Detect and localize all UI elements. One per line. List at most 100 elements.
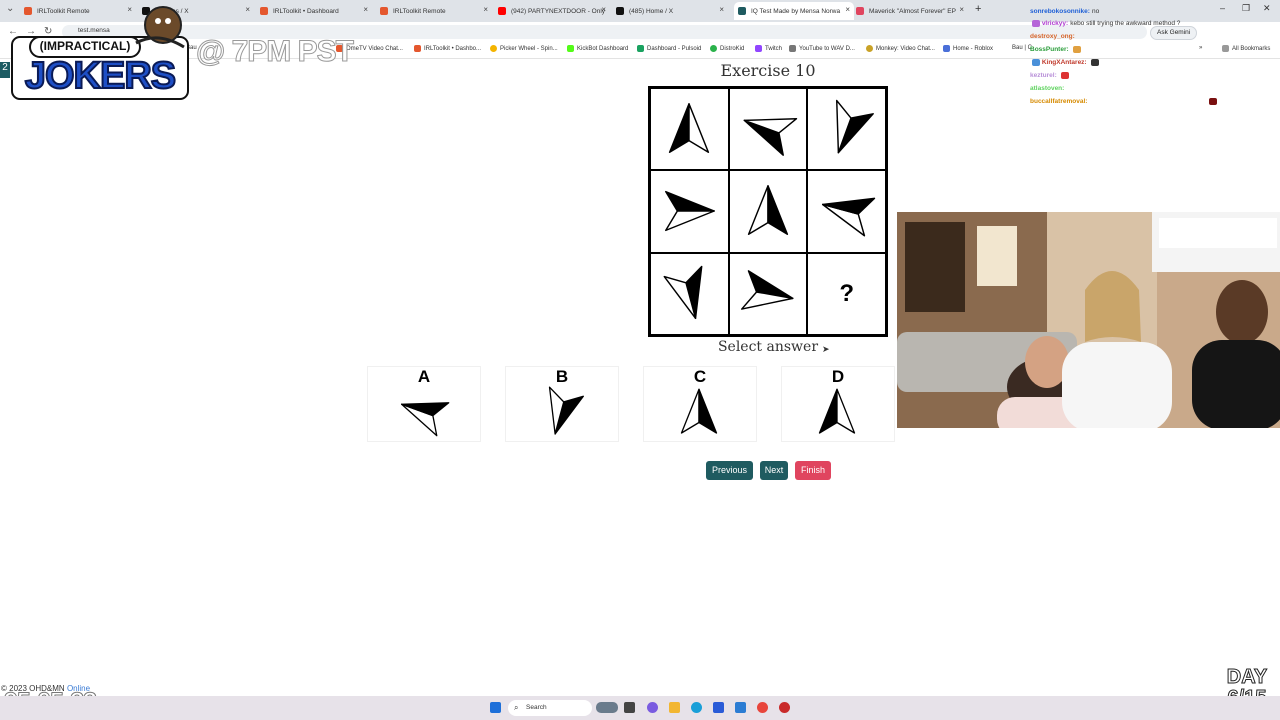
browser-tab[interactable]: IRLToolkit Remote × xyxy=(380,2,492,20)
puzzle-cell xyxy=(807,170,886,253)
search-icon: ⌕ xyxy=(514,703,519,712)
close-icon[interactable]: × xyxy=(601,5,606,14)
widget-icon[interactable] xyxy=(596,702,618,713)
bookmark-item[interactable]: Picker Wheel - Spin... xyxy=(490,45,558,52)
bookmark-item[interactable]: IRLToolkit • Dashbo... xyxy=(414,45,481,52)
tab-favicon-icon xyxy=(498,7,506,15)
chrome-icon[interactable] xyxy=(757,702,768,713)
chat-badge-icon xyxy=(1032,59,1040,66)
mail-icon[interactable] xyxy=(735,702,746,713)
bookmark-item[interactable]: Dashboard - Pulsoid xyxy=(637,45,701,52)
puzzle-cell xyxy=(650,170,729,253)
puzzle-grid: ? xyxy=(648,86,888,337)
bookmark-icon xyxy=(866,45,873,52)
exercise-title: Exercise 10 xyxy=(720,61,816,80)
taskbar-search-label: Search xyxy=(526,704,547,711)
tab-label: Maverick "Almost Forever" EP xyxy=(869,7,956,15)
tab-label: (485) Home / X xyxy=(629,7,674,15)
bookmark-label: Monkey: Video Chat... xyxy=(876,45,935,52)
tab-favicon-icon xyxy=(380,7,388,15)
bookmark-icon xyxy=(943,45,950,52)
puzzle-cell xyxy=(728,170,808,253)
windows-taskbar: ⌕ Search xyxy=(0,696,1280,720)
browser-tab[interactable]: (485) Home / X × xyxy=(616,2,728,20)
puzzle-cell xyxy=(728,252,808,335)
chat-emote-icon xyxy=(1090,59,1099,66)
chat-overlay: sonrebokosonnike: no vlrickyy: kebo still … xyxy=(1030,4,1270,119)
tab-label: IRLToolkit • Dashboard xyxy=(273,7,339,15)
chat-emote-icon xyxy=(1072,46,1081,53)
puzzle-cell xyxy=(650,88,729,171)
task-view-icon[interactable] xyxy=(624,702,635,713)
tab-favicon-icon xyxy=(260,7,268,15)
bookmark-label: YouTube to WAV D... xyxy=(799,45,855,52)
chat-username: vlrickyy: xyxy=(1041,20,1069,28)
bookmark-icon xyxy=(710,45,717,52)
bookmark-icon xyxy=(637,45,644,52)
previous-button[interactable]: Previous xyxy=(706,461,753,480)
file-explorer-icon[interactable] xyxy=(669,702,680,713)
bookmark-item[interactable]: Bau | C xyxy=(1012,45,1032,51)
browser-tab[interactable]: Maverick "Almost Forever" EP × xyxy=(856,2,968,20)
puzzle-cell xyxy=(807,88,886,171)
browser-tab-active[interactable]: IQ Test Made by Mensa Norwa × xyxy=(734,2,854,20)
browser-tab[interactable]: IRLToolkit • Dashboard × xyxy=(260,2,372,20)
answer-option-d[interactable]: D xyxy=(781,366,895,442)
bookmark-label: KickBot Dashboard xyxy=(577,45,629,52)
impractical-jokers-logo: (IMPRACTICAL) JOKERS xyxy=(8,3,192,103)
bookmark-icon xyxy=(755,45,762,52)
new-tab-button[interactable]: + xyxy=(975,3,981,15)
mouse-cursor-icon: ➤ xyxy=(822,344,830,354)
bookmark-item[interactable]: Monkey: Video Chat... xyxy=(866,45,935,52)
chat-message: kezturel: xyxy=(1030,72,1069,79)
arrowhead-down-icon xyxy=(835,99,874,154)
next-button[interactable]: Next xyxy=(760,461,788,480)
tab-favicon-icon xyxy=(616,7,624,15)
chat-message: destroxy_ong: xyxy=(1030,33,1077,40)
bookmark-item[interactable]: KickBot Dashboard xyxy=(567,45,628,52)
tab-label: (942) PARTYNEXTDOOR - Only xyxy=(511,7,606,15)
chat-text: kebo still trying the awkward method ? xyxy=(1070,20,1181,28)
finish-button[interactable]: Finish xyxy=(795,461,831,480)
chat-emote-icon xyxy=(1209,98,1218,105)
bookmark-item[interactable]: YouTube to WAV D... xyxy=(789,45,855,52)
store-icon[interactable] xyxy=(713,702,724,713)
close-icon[interactable]: × xyxy=(845,5,850,14)
close-icon[interactable]: × xyxy=(959,5,964,14)
bookmark-item[interactable]: Twitch xyxy=(755,45,782,52)
bookmark-label: OmeTV Video Chat... xyxy=(346,45,403,52)
bookmark-icon xyxy=(490,45,497,52)
bookmark-icon xyxy=(567,45,574,52)
copilot-icon[interactable] xyxy=(647,702,658,713)
close-icon[interactable]: × xyxy=(245,5,250,14)
bookmark-label: Picker Wheel - Spin... xyxy=(500,45,558,52)
bookmark-item[interactable]: DistroKid xyxy=(710,45,744,52)
answer-option-b[interactable]: B xyxy=(505,366,619,442)
close-icon[interactable]: × xyxy=(363,5,368,14)
chat-username: kezturel: xyxy=(1030,72,1057,80)
answer-option-c[interactable]: C xyxy=(643,366,757,442)
arrowhead-left-icon xyxy=(743,118,798,157)
puzzle-cell xyxy=(650,252,729,335)
tab-favicon-icon xyxy=(738,7,746,15)
edge-icon[interactable] xyxy=(691,702,702,713)
taskbar-search[interactable]: ⌕ Search xyxy=(508,700,592,716)
close-icon[interactable]: × xyxy=(483,5,488,14)
select-answer-label: Select answer xyxy=(717,339,819,355)
puzzle-cell xyxy=(728,88,808,171)
chat-emote-icon xyxy=(1060,72,1069,79)
chat-message: buccallfatremoval: xyxy=(1030,98,1218,105)
tab-favicon-icon xyxy=(856,7,864,15)
bookmark-label: Home - Roblox xyxy=(953,45,994,52)
arrowhead-left-icon xyxy=(821,198,875,237)
stream-schedule-text: @ 7PM PST xyxy=(196,35,355,69)
start-icon[interactable] xyxy=(490,702,501,713)
browser-tab[interactable]: (942) PARTYNEXTDOOR - Only × xyxy=(498,2,610,20)
bookmark-icon xyxy=(789,45,796,52)
close-icon[interactable]: × xyxy=(719,5,724,14)
bookmark-item[interactable]: Home - Roblox xyxy=(943,45,993,52)
app-icon[interactable] xyxy=(779,702,790,713)
chat-username: KingXAntarez: xyxy=(1041,59,1087,67)
answer-option-a[interactable]: A xyxy=(367,366,481,442)
webcam-scene-image xyxy=(897,212,1280,428)
